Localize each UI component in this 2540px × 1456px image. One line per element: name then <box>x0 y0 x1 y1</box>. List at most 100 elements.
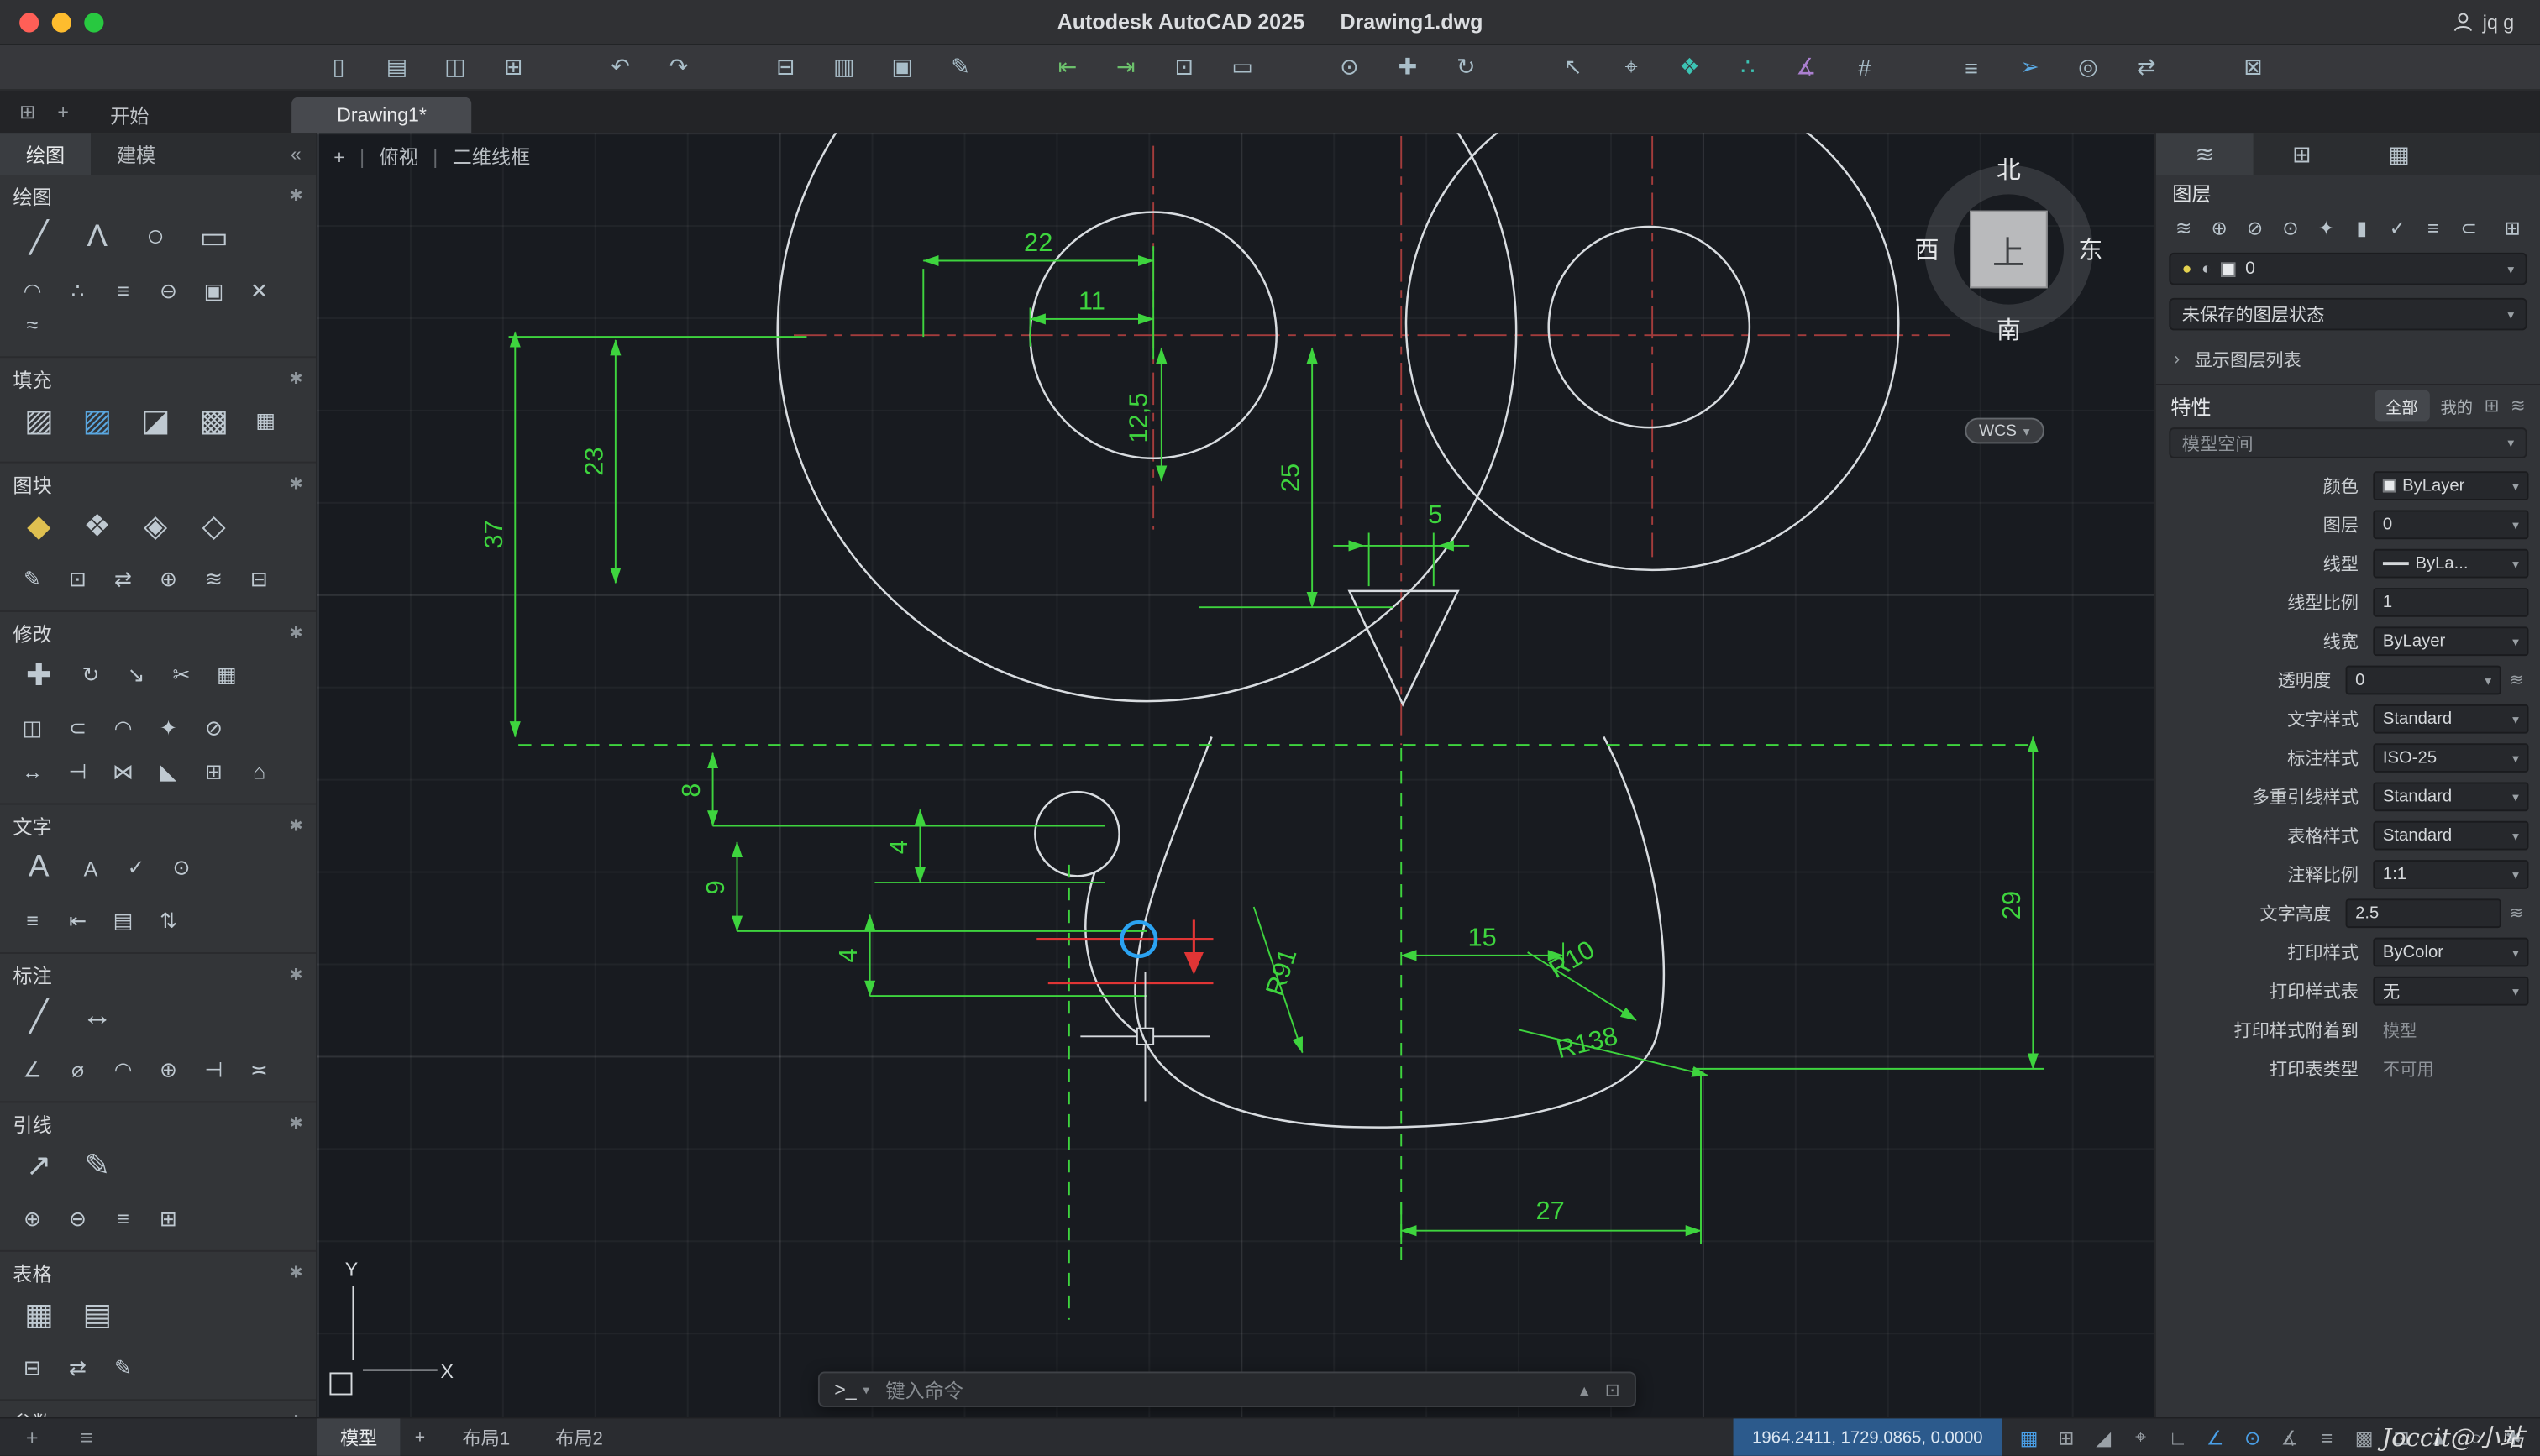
breakline-icon[interactable]: ✕ <box>243 278 276 303</box>
text-style-icon[interactable]: ≡ <box>16 909 49 933</box>
grid-display-toggle[interactable]: ▦ <box>2012 1421 2046 1453</box>
show-layer-list[interactable]: › 显示图层列表 <box>2156 337 2540 384</box>
arc-length-icon[interactable]: ◠ <box>107 1056 139 1082</box>
mirror-icon[interactable]: ◫ <box>16 715 49 740</box>
current-layer-select[interactable]: ● ◐ 0 ▾ <box>2169 252 2527 285</box>
block-editor-icon[interactable]: ◈ <box>133 505 178 547</box>
palette-menu-icon[interactable]: ≡ <box>81 1425 93 1449</box>
chamfer-icon[interactable]: ◣ <box>152 759 185 783</box>
hatch-edit-icon[interactable]: ▦ <box>249 408 282 433</box>
section-settings-icon[interactable]: ✱ <box>289 817 302 835</box>
property-value-control[interactable]: 1 ▾ <box>2373 588 2529 617</box>
measure-button[interactable]: ∡ <box>1785 50 1827 85</box>
viewport-menu-control[interactable]: + <box>333 145 345 168</box>
define-attribute-icon[interactable]: ✎ <box>16 566 49 591</box>
align-leaders-icon[interactable]: ≡ <box>107 1207 139 1231</box>
object-snap-tracking-toggle[interactable]: ∡ <box>2273 1421 2307 1453</box>
group-button[interactable]: ❖ <box>1668 50 1710 85</box>
section-settings-icon[interactable]: ✱ <box>289 1264 302 1281</box>
revision-cloud-icon[interactable]: ≈ <box>16 312 49 337</box>
array-icon[interactable]: ▦ <box>211 663 244 688</box>
import-button[interactable]: ⇤ <box>1047 50 1089 85</box>
property-value-control[interactable]: Standard ▾ <box>2373 704 2529 734</box>
palettes-tab[interactable]: ▦ <box>2350 133 2448 175</box>
boundary-icon[interactable]: ▣ <box>197 278 230 303</box>
single-line-text-icon[interactable]: A <box>75 856 108 880</box>
center-mark-icon[interactable]: ⊕ <box>152 1056 185 1082</box>
multileader-style-icon[interactable]: ✎ <box>75 1144 120 1186</box>
property-value-control[interactable]: 0 ▾ <box>2373 510 2529 540</box>
polar-tracking-toggle[interactable]: ∠ <box>2198 1421 2233 1453</box>
selection-cycling-toggle[interactable]: ⊡ <box>2385 1421 2419 1453</box>
property-value-control[interactable]: ISO-25 ▾ <box>2373 743 2529 773</box>
new-layer-icon[interactable]: ⊕ <box>2205 215 2234 241</box>
multiline-text-icon[interactable]: A <box>16 847 61 889</box>
property-value-control[interactable]: 不可用 ▾ <box>2373 1054 2528 1083</box>
isolate-objects-toggle[interactable]: ○ <box>2459 1421 2494 1453</box>
break-icon[interactable]: ⊣ <box>61 759 94 783</box>
layer-states-tab[interactable]: ⊞ <box>2254 133 2351 175</box>
page-setup-button[interactable]: ▣ <box>881 50 923 85</box>
chevron-down-icon[interactable]: ▾ <box>863 1382 869 1396</box>
hatch-icon[interactable]: ▨ <box>16 400 61 442</box>
paste-button[interactable]: ⊡ <box>1163 50 1205 85</box>
transparency-toggle[interactable]: ▩ <box>2347 1421 2381 1453</box>
layer-freeze-icon[interactable]: ✦ <box>2312 215 2341 241</box>
arc-icon[interactable]: ◠ <box>16 278 49 303</box>
leader-icon[interactable]: ↗ <box>16 1144 61 1186</box>
property-side-button[interactable]: ≋ <box>2505 904 2529 922</box>
layer-merge-icon[interactable]: ⊂ <box>2454 215 2484 241</box>
hatch-boundary-icon[interactable]: ▩ <box>192 400 237 442</box>
property-value-control[interactable]: ByLayer ▾ <box>2373 626 2529 657</box>
overkill-icon[interactable]: ⌂ <box>243 759 276 783</box>
add-leader-icon[interactable]: ⊕ <box>16 1206 49 1231</box>
layers-tab[interactable]: ≋ <box>2155 133 2254 175</box>
dynamic-input-toggle[interactable]: ⌖ <box>2123 1421 2158 1453</box>
edit-table-icon[interactable]: ✎ <box>107 1354 139 1380</box>
find-text-icon[interactable]: ⊙ <box>165 855 198 880</box>
tab-model[interactable]: 建模 <box>91 133 181 175</box>
hatch-pattern-icon[interactable]: ▨ <box>75 400 120 442</box>
layer-properties-icon[interactable]: ≋ <box>2169 215 2198 241</box>
table-style-icon[interactable]: ▤ <box>75 1294 120 1336</box>
zoom-button[interactable] <box>84 12 104 32</box>
new-file-button[interactable]: ▯ <box>318 50 359 85</box>
section-settings-icon[interactable]: ✱ <box>289 187 302 205</box>
new-tab-button[interactable]: + <box>45 94 81 129</box>
rotate-icon[interactable]: ↻ <box>75 663 108 688</box>
pdf-import-icon[interactable]: ▤ <box>107 908 139 933</box>
align-icon[interactable]: ⊞ <box>197 759 230 783</box>
viewcube-south[interactable]: 南 <box>1997 312 2021 347</box>
dimension-icon[interactable]: ╱ <box>16 996 61 1038</box>
viewcube-top-face[interactable]: 上 <box>1970 210 2048 289</box>
model-tab[interactable]: 模型 <box>317 1417 401 1456</box>
radius-dimension-icon[interactable]: ⌀ <box>61 1056 94 1082</box>
property-value-control[interactable]: 无 ▾ <box>2373 976 2529 1006</box>
open-button[interactable]: ▤ <box>375 50 417 85</box>
save-button[interactable]: ◫ <box>434 50 476 85</box>
property-value-control[interactable]: 0 ▾ <box>2345 665 2501 695</box>
layer-isolate-icon[interactable]: ⊙ <box>2276 215 2306 241</box>
display-button[interactable]: ◎ <box>2067 50 2109 85</box>
table-icon[interactable]: ▦ <box>16 1294 61 1336</box>
text-justify-icon[interactable]: ⇤ <box>61 908 94 933</box>
property-value-control[interactable]: ByColor ▾ <box>2373 937 2529 967</box>
sheet-set-button[interactable]: ✎ <box>940 50 982 85</box>
collect-leaders-icon[interactable]: ⊞ <box>152 1206 185 1231</box>
app-grid-icon[interactable]: ⊞ <box>10 94 45 129</box>
property-value-control[interactable]: ByLayer ▾ <box>2373 471 2529 500</box>
remove-leader-icon[interactable]: ⊖ <box>61 1206 94 1231</box>
snap-mode-toggle[interactable]: ⊞ <box>2049 1421 2084 1453</box>
share-button[interactable]: ➢ <box>2008 50 2050 85</box>
layer-on-bulb-icon[interactable]: ● <box>2182 260 2192 278</box>
filter-mine-button[interactable]: 我的 <box>2441 394 2474 417</box>
layer-plot-icon[interactable]: ◐ <box>2202 260 2212 278</box>
property-value-control[interactable]: 1:1 ▾ <box>2373 860 2529 889</box>
join-icon[interactable]: ⋈ <box>107 759 139 783</box>
ortho-mode-toggle[interactable]: ∟ <box>2161 1421 2196 1453</box>
add-palette-button[interactable]: + <box>26 1425 39 1449</box>
infer-constraints-toggle[interactable]: ◢ <box>2086 1421 2121 1453</box>
wcs-dropdown[interactable]: WCS ▾ <box>1964 417 2044 444</box>
property-value-control[interactable]: ByLa... ▾ <box>2373 548 2529 579</box>
new-layout-button[interactable]: + <box>400 1427 439 1447</box>
